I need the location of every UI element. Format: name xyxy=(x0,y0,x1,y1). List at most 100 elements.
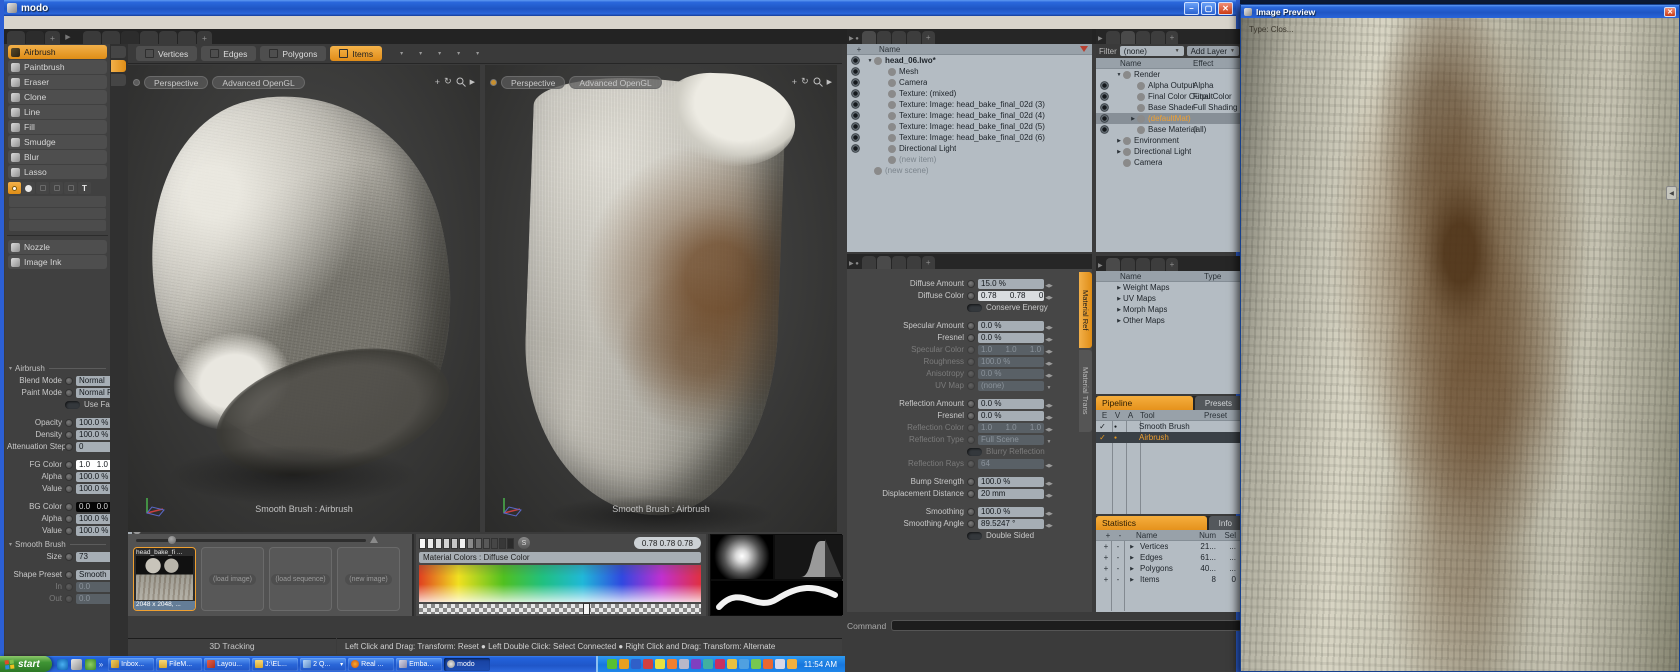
panel-tab[interactable] xyxy=(862,256,876,269)
maximize-button[interactable]: ▢ xyxy=(1201,2,1216,15)
property-field[interactable]: 0.78 0.78 0.78 xyxy=(978,291,1044,301)
saturation-button[interactable]: S xyxy=(518,537,530,549)
channel-dot-icon[interactable] xyxy=(967,478,975,486)
expand-plus-icon[interactable]: + xyxy=(1100,575,1112,584)
visibility-eye-icon[interactable] xyxy=(851,78,860,87)
collapse-minus-icon[interactable]: - xyxy=(1112,542,1124,551)
material-trans-tab[interactable]: Material Trans xyxy=(1079,350,1092,432)
layout-tab[interactable] xyxy=(7,31,25,44)
stone-mesh[interactable] xyxy=(128,65,480,491)
item-row[interactable]: Texture: Image: head_bake_final_02d (5) xyxy=(847,121,1092,132)
shader-row[interactable]: Alpha Output Alpha xyxy=(1096,80,1242,91)
layout-tab[interactable] xyxy=(26,31,44,44)
channel-dot-icon[interactable] xyxy=(967,460,975,468)
visibility-eye-icon[interactable] xyxy=(1100,81,1109,90)
visibility-eye-icon[interactable] xyxy=(851,144,860,153)
preview-close-button[interactable]: ✕ xyxy=(1664,7,1676,17)
spinner-icon[interactable] xyxy=(1044,519,1054,529)
title-bar[interactable]: modo – ▢ ✕ xyxy=(4,0,1236,16)
tray-icon[interactable] xyxy=(631,659,641,669)
start-button[interactable]: start xyxy=(0,656,52,672)
visibility-eye-icon[interactable] xyxy=(851,133,860,142)
map-list-row[interactable]: ▶ Weight Maps xyxy=(1096,282,1242,293)
checkbox[interactable] xyxy=(967,304,982,312)
viewport-view-pill[interactable]: Perspective xyxy=(501,76,565,89)
item-row[interactable]: Texture: Image: head_bake_final_02d (3) xyxy=(847,99,1092,110)
rotate-icon[interactable]: ↻ xyxy=(444,76,452,87)
visible-dot-icon[interactable]: ● xyxy=(1109,424,1122,430)
tray-icon[interactable] xyxy=(727,659,737,669)
tool-button[interactable]: Paintbrush xyxy=(8,60,107,74)
expand-arrow-icon[interactable]: ▶ xyxy=(1128,577,1136,583)
taskbar-window-button[interactable]: Layou... xyxy=(204,658,250,671)
side-tab[interactable] xyxy=(111,60,126,72)
expand-arrow-icon[interactable]: ▶ xyxy=(1115,296,1123,302)
tool-button[interactable]: Lasso xyxy=(8,165,107,179)
expand-arrow-icon[interactable]: ▼ xyxy=(1115,72,1123,78)
selection-mode-button[interactable]: Polygons xyxy=(260,46,326,61)
map-list-row[interactable]: ▶ Other Maps xyxy=(1096,315,1242,326)
panel-tab[interactable] xyxy=(862,31,876,44)
layout-tab[interactable] xyxy=(83,31,101,44)
channel-dot-icon[interactable] xyxy=(65,461,73,469)
expand-arrow-icon[interactable]: ▶ xyxy=(1128,566,1136,572)
side-tab[interactable] xyxy=(111,74,126,86)
viewport-menu-dot[interactable] xyxy=(133,79,140,86)
spinner-icon[interactable] xyxy=(1044,423,1054,433)
property-field[interactable]: 0.0 % xyxy=(978,321,1044,331)
panel-tab[interactable] xyxy=(1106,258,1120,271)
item-row[interactable]: Texture: Image: head_bake_final_02d (4) xyxy=(847,110,1092,121)
channel-dot-icon[interactable] xyxy=(967,358,975,366)
load-sequence-cell[interactable]: (load sequence) xyxy=(269,547,332,611)
item-row[interactable]: Texture: (mixed) xyxy=(847,88,1092,99)
panel-arrow-icon[interactable]: ▶ ● xyxy=(849,35,859,42)
brush-tip-option-icon[interactable] xyxy=(50,182,63,194)
visibility-eye-icon[interactable] xyxy=(1100,103,1109,112)
statistics-row[interactable]: + - ▶ Polygons 40... ... xyxy=(1096,563,1242,574)
new-image-cell[interactable]: (new image) xyxy=(337,547,400,611)
toolbar-dropdown[interactable] xyxy=(469,46,486,61)
item-row[interactable]: Mesh xyxy=(847,66,1092,77)
tool-button[interactable]: Clone xyxy=(8,90,107,104)
preview-texture-image[interactable]: Type: Clos... ◀ xyxy=(1241,18,1679,671)
spinner-icon[interactable] xyxy=(1044,399,1054,409)
viewport-left[interactable]: Perspective Advanced OpenGL + ↻ ▶ Smooth… xyxy=(128,65,480,532)
visibility-eye-icon[interactable] xyxy=(851,67,860,76)
panel-tab[interactable] xyxy=(1151,31,1165,44)
spinner-icon[interactable] xyxy=(1044,435,1054,445)
shader-row[interactable]: Camera xyxy=(1096,157,1242,168)
load-image-cell[interactable]: (load image) xyxy=(201,547,264,611)
channel-dot-icon[interactable] xyxy=(65,389,73,397)
layout-tab[interactable] xyxy=(140,31,158,44)
channel-dot-icon[interactable] xyxy=(65,419,73,427)
tool-button[interactable]: Airbrush xyxy=(8,45,107,59)
channel-dot-icon[interactable] xyxy=(967,508,975,516)
panel-tab[interactable] xyxy=(892,31,906,44)
tray-icon[interactable] xyxy=(751,659,761,669)
material-ref-tab[interactable]: Material Ref xyxy=(1079,272,1092,348)
color-swatch[interactable] xyxy=(491,538,498,549)
item-row[interactable]: Camera xyxy=(847,77,1092,88)
spinner-icon[interactable] xyxy=(1044,369,1054,379)
channel-dot-icon[interactable] xyxy=(967,520,975,528)
color-swatch[interactable] xyxy=(499,538,506,549)
panel-tab[interactable] xyxy=(877,31,891,44)
enable-check-icon[interactable]: ✓ xyxy=(1096,422,1109,431)
pan-icon[interactable]: + xyxy=(435,77,440,87)
property-field[interactable]: 15.0 % xyxy=(978,279,1044,289)
tray-icon[interactable] xyxy=(775,659,785,669)
channel-dot-icon[interactable] xyxy=(967,490,975,498)
layout-tab[interactable] xyxy=(159,31,177,44)
channel-dot-icon[interactable] xyxy=(65,485,73,493)
color-swatch[interactable] xyxy=(475,538,482,549)
quick-launch-overflow[interactable]: » xyxy=(99,660,103,669)
brush-command-button[interactable] xyxy=(9,208,106,219)
brush-command-button[interactable] xyxy=(9,220,106,231)
item-row[interactable]: (new scene) xyxy=(847,165,1092,176)
tray-icon[interactable] xyxy=(715,659,725,669)
rotate-icon[interactable]: ↻ xyxy=(801,76,809,87)
filter-dropdown[interactable]: (none) xyxy=(1120,46,1184,56)
spinner-icon[interactable] xyxy=(1044,321,1054,331)
tray-icon[interactable] xyxy=(667,659,677,669)
viewport-expand-icon[interactable]: ▶ xyxy=(470,78,475,86)
